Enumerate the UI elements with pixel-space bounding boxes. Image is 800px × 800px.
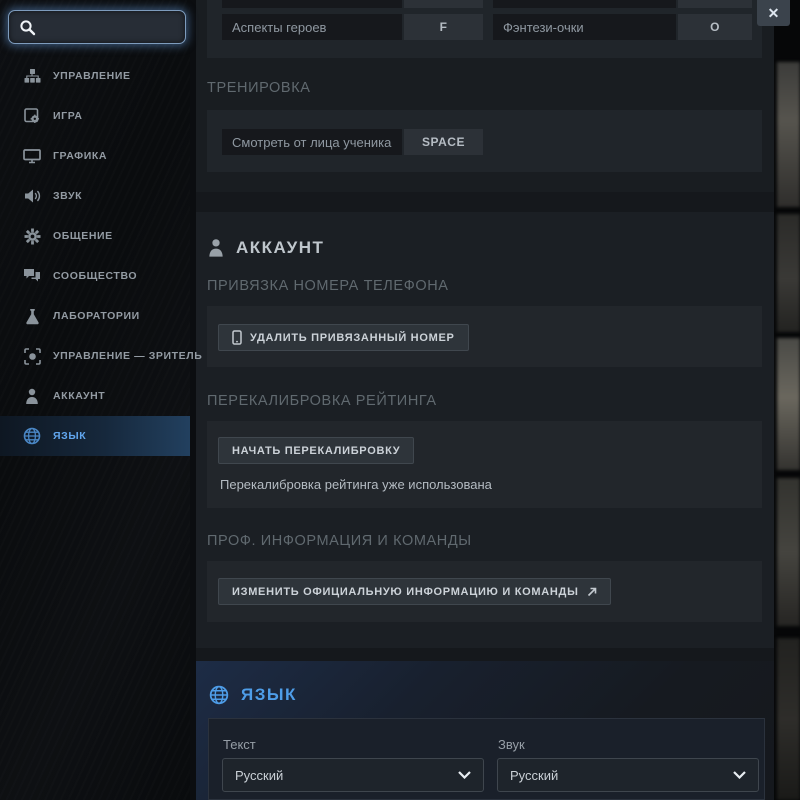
text-language-dropdown[interactable]: Русский bbox=[222, 758, 484, 792]
gear-icon bbox=[22, 226, 42, 246]
training-heading: ТРЕНИРОВКА bbox=[207, 80, 311, 96]
hotkey-row-partial bbox=[207, 0, 762, 8]
hotkey-keybind[interactable] bbox=[678, 0, 752, 8]
hotkey-keybind[interactable] bbox=[404, 0, 483, 8]
hotkey-keybind[interactable]: F bbox=[404, 14, 483, 40]
text-language-label: Текст bbox=[223, 737, 256, 752]
audio-language-dropdown[interactable]: Русский bbox=[497, 758, 759, 792]
phone-icon bbox=[232, 330, 242, 345]
background-thumbnail bbox=[777, 638, 800, 800]
phone-link-panel: УДАЛИТЬ ПРИВЯЗАННЫЙ НОМЕР bbox=[207, 306, 762, 367]
hotkey-label bbox=[493, 0, 676, 8]
sidebar-item-options[interactable]: ОБЩЕНИЕ bbox=[0, 216, 190, 256]
sidebar-item-community[interactable]: СООБЩЕСТВО bbox=[0, 256, 190, 296]
hotkey-label bbox=[222, 0, 402, 8]
video-icon bbox=[22, 146, 42, 166]
recalibration-panel: НАЧАТЬ ПЕРЕКАЛИБРОВКУ Перекалибровка рей… bbox=[207, 421, 762, 508]
language-section-title: ЯЗЫК bbox=[209, 685, 297, 705]
sidebar-nav: УПРАВЛЕНИЕ ИГРА ГРАФИКА ЗВУК ОБЩЕНИЕ bbox=[0, 56, 190, 456]
remove-phone-button[interactable]: УДАЛИТЬ ПРИВЯЗАННЫЙ НОМЕР bbox=[218, 324, 469, 351]
sidebar-item-labs[interactable]: ЛАБОРАТОРИИ bbox=[0, 296, 190, 336]
background-thumbnail bbox=[777, 478, 800, 626]
chevron-down-icon bbox=[458, 771, 471, 779]
pro-info-heading: ПРОФ. ИНФОРМАЦИЯ И КОМАНДЫ bbox=[207, 533, 472, 549]
community-icon bbox=[22, 266, 42, 286]
background-thumbnail bbox=[777, 214, 800, 332]
sidebar-item-label: УПРАВЛЕНИЕ — ЗРИТЕЛЬ bbox=[53, 350, 202, 362]
sidebar-item-game[interactable]: ИГРА bbox=[0, 96, 190, 136]
globe-icon bbox=[22, 426, 42, 446]
recalibration-note: Перекалибровка рейтинга уже использована bbox=[220, 477, 492, 492]
audio-icon bbox=[22, 186, 42, 206]
sidebar-item-account[interactable]: АККАУНТ bbox=[0, 376, 190, 416]
close-button[interactable]: ✕ bbox=[757, 0, 790, 26]
sidebar-item-spectator[interactable]: УПРАВЛЕНИЕ — ЗРИТЕЛЬ bbox=[0, 336, 190, 376]
hotkey-row: Смотреть от лица ученика SPACE bbox=[207, 129, 762, 155]
sidebar-item-label: ИГРА bbox=[53, 110, 83, 122]
start-recalibration-label: НАЧАТЬ ПЕРЕКАЛИБРОВКУ bbox=[232, 445, 400, 457]
edit-pro-info-button[interactable]: ИЗМЕНИТЬ ОФИЦИАЛЬНУЮ ИНФОРМАЦИЮ И КОМАНД… bbox=[218, 578, 611, 605]
sidebar-item-label: ГРАФИКА bbox=[53, 150, 107, 162]
account-section-title: АККАУНТ bbox=[208, 238, 324, 258]
external-link-icon bbox=[587, 587, 597, 597]
close-icon: ✕ bbox=[768, 5, 780, 22]
sidebar-item-label: ЗВУК bbox=[53, 190, 82, 202]
sidebar-item-label: ЯЗЫК bbox=[53, 430, 86, 442]
language-title-text: ЯЗЫК bbox=[241, 685, 297, 705]
hotkey-label: Аспекты героев bbox=[222, 14, 402, 40]
language-panel: Текст Русский Звук Русский bbox=[208, 718, 765, 800]
search-icon bbox=[19, 19, 36, 36]
flask-icon bbox=[22, 306, 42, 326]
hotkey-keybind[interactable]: SPACE bbox=[404, 129, 483, 155]
hotkey-label: Фэнтези-очки bbox=[493, 14, 676, 40]
person-icon bbox=[22, 386, 42, 406]
sidebar-item-language[interactable]: ЯЗЫК bbox=[0, 416, 190, 456]
game-icon bbox=[22, 106, 42, 126]
pro-info-panel: ИЗМЕНИТЬ ОФИЦИАЛЬНУЮ ИНФОРМАЦИЮ И КОМАНД… bbox=[207, 561, 762, 622]
audio-language-value: Русский bbox=[510, 768, 558, 783]
sidebar-item-video[interactable]: ГРАФИКА bbox=[0, 136, 190, 176]
hotkeys-icon bbox=[22, 66, 42, 86]
hotkey-label: Смотреть от лица ученика bbox=[222, 129, 402, 155]
audio-language-label: Звук bbox=[498, 737, 525, 752]
spectator-icon bbox=[22, 346, 42, 366]
person-icon bbox=[208, 238, 224, 258]
dashboard-background bbox=[774, 0, 800, 800]
chevron-down-icon bbox=[733, 771, 746, 779]
sidebar-item-label: АККАУНТ bbox=[53, 390, 105, 402]
start-recalibration-button[interactable]: НАЧАТЬ ПЕРЕКАЛИБРОВКУ bbox=[218, 437, 414, 464]
remove-phone-label: УДАЛИТЬ ПРИВЯЗАННЫЙ НОМЕР bbox=[250, 332, 455, 344]
account-title-text: АККАУНТ bbox=[236, 238, 324, 258]
hotkeys-rows-panel: Аспекты героев F Фэнтези-очки O bbox=[207, 0, 762, 58]
search-input[interactable] bbox=[44, 19, 178, 36]
sidebar-item-label: СООБЩЕСТВО bbox=[53, 270, 137, 282]
background-thumbnail bbox=[777, 338, 800, 470]
sidebar-item-hotkeys[interactable]: УПРАВЛЕНИЕ bbox=[0, 56, 190, 96]
phone-link-heading: ПРИВЯЗКА НОМЕРА ТЕЛЕФОНА bbox=[207, 278, 449, 294]
training-panel: Смотреть от лица ученика SPACE bbox=[207, 110, 762, 172]
sidebar-item-audio[interactable]: ЗВУК bbox=[0, 176, 190, 216]
settings-sidebar: УПРАВЛЕНИЕ ИГРА ГРАФИКА ЗВУК ОБЩЕНИЕ bbox=[0, 0, 190, 800]
globe-icon bbox=[209, 685, 229, 705]
background-thumbnail bbox=[777, 62, 800, 207]
search-box[interactable] bbox=[8, 10, 186, 44]
sidebar-item-label: ОБЩЕНИЕ bbox=[53, 230, 113, 242]
edit-pro-info-label: ИЗМЕНИТЬ ОФИЦИАЛЬНУЮ ИНФОРМАЦИЮ И КОМАНД… bbox=[232, 586, 579, 598]
sidebar-item-label: УПРАВЛЕНИЕ bbox=[53, 70, 131, 82]
text-language-value: Русский bbox=[235, 768, 283, 783]
hotkey-keybind[interactable]: O bbox=[678, 14, 752, 40]
hotkey-row: Аспекты героев F Фэнтези-очки O bbox=[207, 14, 762, 40]
language-section: ЯЗЫК Текст Русский Звук Русский bbox=[196, 661, 774, 800]
recalibration-heading: ПЕРЕКАЛИБРОВКА РЕЙТИНГА bbox=[207, 393, 437, 409]
sidebar-item-label: ЛАБОРАТОРИИ bbox=[53, 310, 140, 322]
